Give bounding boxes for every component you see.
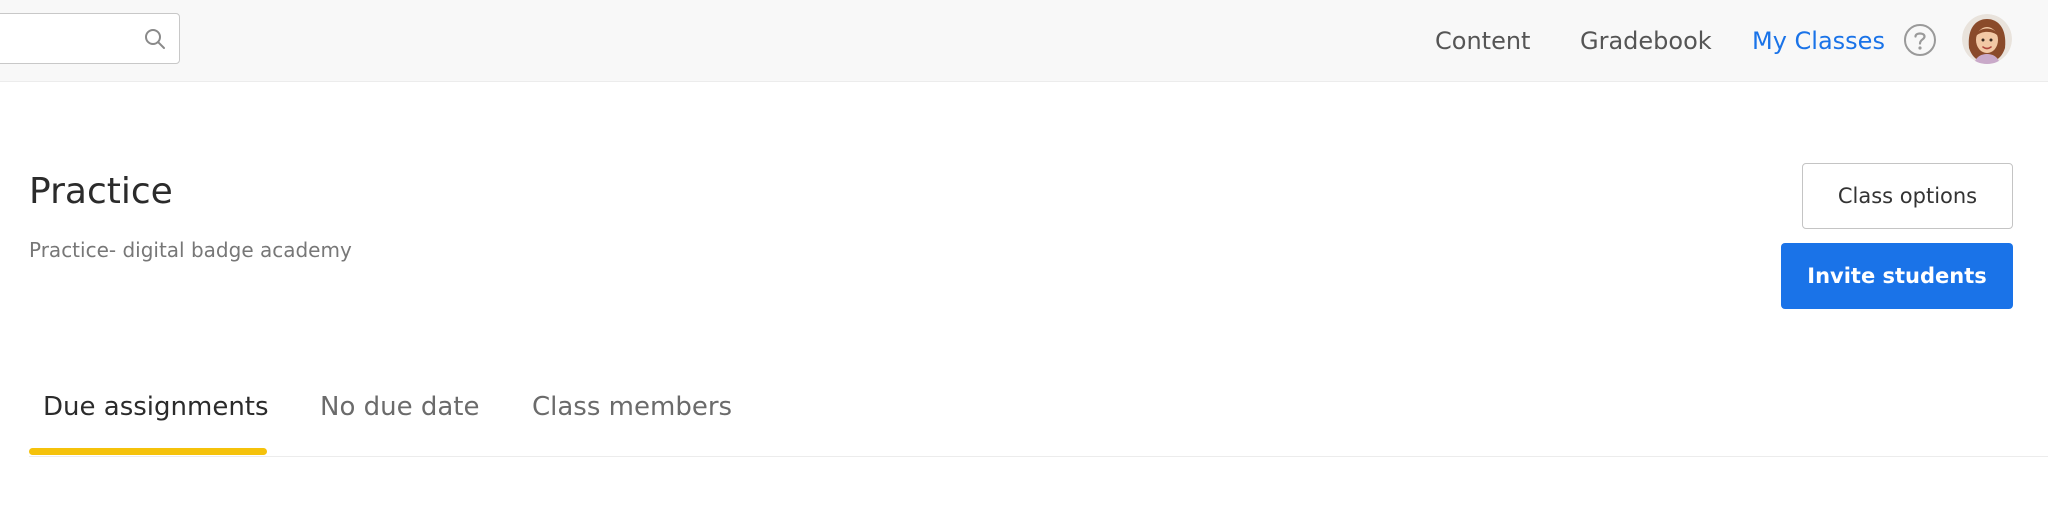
page-title: Practice <box>29 171 173 212</box>
nav-my-classes-link[interactable]: My Classes <box>1752 26 1885 56</box>
class-options-button[interactable]: Class options <box>1802 163 2013 229</box>
invite-students-button[interactable]: Invite students <box>1781 243 2013 309</box>
avatar[interactable] <box>1962 14 2012 64</box>
tab-due-assignments[interactable]: Due assignments <box>43 390 269 424</box>
top-bar: Content Gradebook My Classes <box>0 0 2048 82</box>
nav-content-link[interactable]: Content <box>1435 26 1530 56</box>
search-icon[interactable] <box>144 28 166 50</box>
page-subtitle: Practice- digital badge academy <box>29 238 352 262</box>
active-tab-indicator <box>29 448 267 455</box>
tab-class-members[interactable]: Class members <box>532 390 732 424</box>
tab-no-due-date[interactable]: No due date <box>320 390 480 424</box>
help-icon[interactable] <box>1903 23 1937 57</box>
nav-gradebook-link[interactable]: Gradebook <box>1580 26 1712 56</box>
search-input[interactable] <box>0 13 180 64</box>
tabs-divider <box>29 456 2048 457</box>
